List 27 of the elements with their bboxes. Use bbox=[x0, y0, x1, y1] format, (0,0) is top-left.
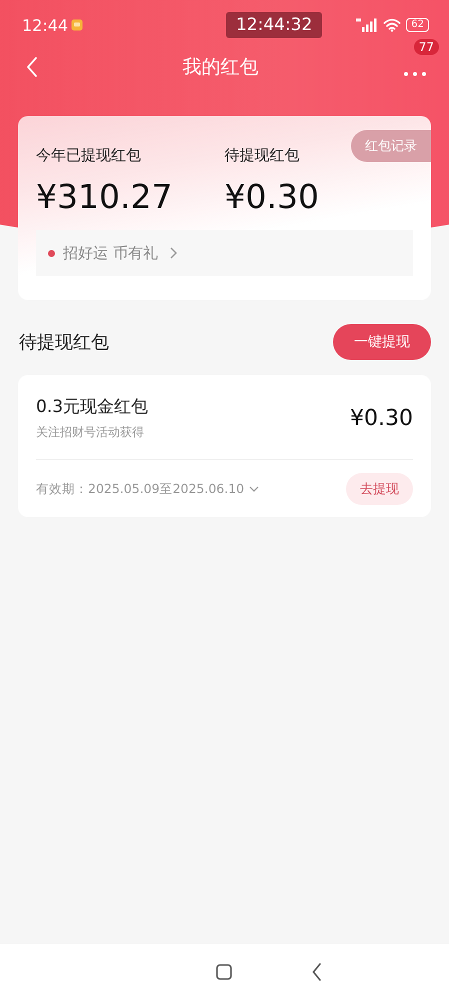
stat-amount: ¥0.30 bbox=[224, 177, 319, 216]
clock-badge: 12:44:32 bbox=[226, 12, 322, 38]
stat-amount: ¥310.27 bbox=[36, 177, 172, 216]
home-icon[interactable] bbox=[216, 964, 232, 980]
validity-text: 有效期：2025.05.09至2025.06.10 bbox=[36, 480, 244, 498]
promo-banner[interactable]: 招好运 币有礼 bbox=[36, 230, 413, 276]
back-icon[interactable] bbox=[312, 962, 322, 980]
chevron-down-icon[interactable] bbox=[249, 486, 260, 492]
notification-icon bbox=[71, 19, 84, 31]
dot-icon bbox=[48, 250, 55, 256]
coupon-name: 0.3元现金红包 bbox=[36, 396, 148, 418]
stat-label: 待提现红包 bbox=[224, 146, 300, 165]
withdraw-all-button[interactable]: 一键提现 bbox=[333, 324, 431, 360]
withdraw-button[interactable]: 去提现 bbox=[346, 473, 413, 505]
chevron-icon bbox=[170, 247, 177, 259]
more-icon[interactable] bbox=[403, 71, 427, 77]
promo-text: 招好运 币有礼 bbox=[63, 244, 158, 262]
signal-icon bbox=[356, 18, 378, 32]
coupon-source: 关注招财号活动获得 bbox=[36, 424, 144, 441]
wifi-icon bbox=[383, 18, 402, 32]
battery-indicator: 62 bbox=[406, 18, 429, 32]
page-title: 我的红包 bbox=[182, 55, 258, 80]
record-button[interactable]: 红包记录 bbox=[351, 130, 431, 162]
stat-label: 今年已提现红包 bbox=[36, 146, 141, 165]
status-time: 12:44 bbox=[22, 16, 68, 34]
section-title: 待提现红包 bbox=[19, 331, 109, 354]
coupon-amount: ¥0.30 bbox=[350, 406, 413, 430]
